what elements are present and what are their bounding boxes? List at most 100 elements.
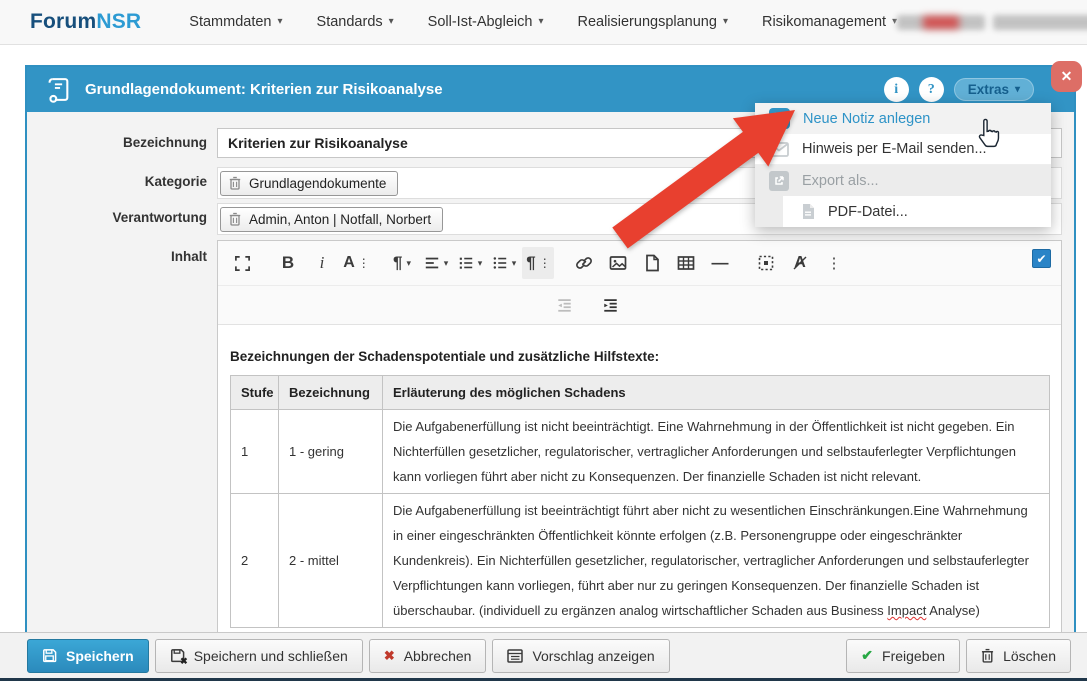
track-changes-checkbox[interactable]: ✔ (1032, 249, 1051, 268)
table-row: 1 1 - gering Die Aufgabenerfüllung ist n… (231, 410, 1050, 494)
menu-item-label: Neue Notiz anlegen (803, 111, 930, 127)
menu-risikomanagement[interactable]: Risikomanagement ▾ (762, 14, 897, 30)
redacted-username (897, 15, 985, 30)
clear-formatting-icon[interactable]: A (784, 247, 816, 279)
chevron-down-icon: ▾ (444, 258, 449, 269)
cancel-x-icon: ✖ (384, 648, 395, 664)
menu-item-neue-notiz[interactable]: Neue Notiz anlegen (755, 103, 1051, 134)
insert-file-icon[interactable] (636, 247, 668, 279)
trash-icon (229, 176, 241, 190)
link-icon[interactable] (568, 247, 600, 279)
menu-item-pdf-datei[interactable]: PDF-Datei... (783, 196, 1051, 227)
envelope-icon (769, 142, 789, 157)
table-header-row: Stufe Bezeichnung Erläuterung des möglic… (231, 376, 1050, 410)
ordered-list-icon[interactable]: ▾ (454, 247, 486, 279)
chevron-down-icon: ▾ (406, 258, 411, 269)
menu-soll-ist-abgleich[interactable]: Soll-Ist-Abgleich ▾ (428, 14, 544, 30)
cell-erlaeuterung: Die Aufgabenerfüllung ist beeinträchtigt… (383, 494, 1050, 628)
insert-table-icon[interactable] (670, 247, 702, 279)
action-bar: Speichern ✖ Speichern und schließen ✖ Ab… (0, 632, 1087, 678)
top-navigation-bar: ForumNSR Stammdaten ▾ Standards ▾ Soll-I… (0, 0, 1087, 45)
editor-toolbar: B i A ⋮ ¶ ▾ ▾ ▾ ▾ ¶ (218, 241, 1061, 286)
close-button[interactable]: ✕ (1051, 61, 1082, 92)
editor-toolbar-row2 (218, 286, 1061, 325)
select-all-icon[interactable] (750, 247, 782, 279)
close-icon: ✕ (1061, 68, 1073, 85)
menu-label: Standards (317, 14, 383, 30)
right-actions: ✔ Freigeben Löschen (846, 639, 1071, 673)
menu-realisierungsplanung[interactable]: Realisierungsplanung ▾ (577, 14, 728, 30)
fullscreen-icon[interactable] (226, 247, 258, 279)
chevron-down-icon: ▾ (1015, 85, 1020, 95)
app-logo: ForumNSR (30, 10, 141, 34)
menu-item-export-als: Export als... (755, 165, 1051, 196)
kategorie-tag[interactable]: Grundlagendokumente (220, 171, 398, 196)
info-button[interactable]: i (884, 77, 909, 102)
user-menu[interactable]: (ADMINISTRATOR) ▾ (897, 15, 1087, 30)
pdf-file-icon (801, 203, 815, 220)
verantwortung-tag[interactable]: Admin, Anton | Notfall, Norbert (220, 207, 443, 232)
trash-icon (981, 648, 994, 663)
logo-primary: Forum (30, 10, 96, 33)
unordered-list-icon[interactable]: ▾ (488, 247, 520, 279)
horizontal-rule-icon[interactable]: — (704, 247, 736, 279)
outdent-icon[interactable] (548, 289, 580, 321)
menu-item-label: PDF-Datei... (828, 204, 908, 220)
check-icon: ✔ (1036, 252, 1046, 266)
italic-icon[interactable]: i (306, 247, 338, 279)
trash-icon (229, 212, 241, 226)
speichern-und-schliessen-button[interactable]: ✖ Speichern und schließen (155, 639, 363, 673)
menu-item-hinweis-email[interactable]: Hinweis per E-Mail senden... (755, 134, 1051, 165)
editor-content[interactable]: Bezeichnungen der Schadenspotentiale und… (218, 325, 1061, 640)
menu-label: Realisierungsplanung (577, 14, 716, 30)
cell-erlaeuterung: Die Aufgabenerfüllung ist nicht beeinträ… (383, 410, 1050, 494)
cell-bezeichnung: 2 - mittel (279, 494, 383, 628)
redacted-username (993, 15, 1087, 30)
freigeben-button[interactable]: ✔ Freigeben (846, 639, 960, 673)
export-icon (769, 171, 789, 191)
kategorie-label: Kategorie (27, 174, 207, 189)
paragraph-format-icon[interactable]: ¶ ⋮ (522, 247, 554, 279)
chevron-down-icon: ▾ (723, 17, 728, 27)
logo-accent: NSR (96, 10, 141, 33)
bold-icon[interactable]: B (272, 247, 304, 279)
chevron-down-icon: ▾ (512, 258, 517, 269)
extras-button[interactable]: Extras ▾ (954, 78, 1034, 101)
insert-image-icon[interactable] (602, 247, 634, 279)
kategorie-tag-label: Grundlagendokumente (249, 176, 386, 191)
menu-label: Risikomanagement (762, 14, 886, 30)
abbrechen-button[interactable]: ✖ Abbrechen (369, 639, 487, 673)
menu-stammdaten[interactable]: Stammdaten ▾ (189, 14, 282, 30)
save-icon (42, 648, 57, 663)
text-format-icon[interactable]: A ⋮ (340, 247, 372, 279)
left-actions: Speichern ✖ Speichern und schließen ✖ Ab… (27, 639, 670, 673)
main-menu: Stammdaten ▾ Standards ▾ Soll-Ist-Abglei… (189, 14, 897, 30)
paragraph-style-icon[interactable]: ¶ ▾ (386, 247, 418, 279)
help-button[interactable]: ? (919, 77, 944, 102)
dialog-title: Grundlagendokument: Kriterien zur Risiko… (85, 81, 443, 98)
col-header-bezeichnung: Bezeichnung (279, 376, 383, 410)
cell-bezeichnung: 1 - gering (279, 410, 383, 494)
spellcheck-word: Impact (887, 603, 926, 618)
chevron-down-icon: ▾ (478, 258, 483, 269)
menu-item-label: Hinweis per E-Mail senden... (802, 141, 987, 157)
col-header-erlaeuterung: Erläuterung des möglichen Schadens (383, 376, 1050, 410)
speichern-button[interactable]: Speichern (27, 639, 149, 673)
menu-standards[interactable]: Standards ▾ (317, 14, 394, 30)
extras-label: Extras (968, 82, 1009, 97)
extras-dropdown-menu: Neue Notiz anlegen Hinweis per E-Mail se… (755, 103, 1051, 227)
vorschlag-anzeigen-button[interactable]: Vorschlag anzeigen (492, 639, 669, 673)
loeschen-button[interactable]: Löschen (966, 639, 1071, 673)
menu-label: Soll-Ist-Abgleich (428, 14, 533, 30)
indent-icon[interactable] (594, 289, 626, 321)
check-icon: ✔ (861, 647, 873, 664)
cell-stufe: 1 (231, 410, 279, 494)
header-buttons: i ? Extras ▾ (884, 77, 1074, 102)
verantwortung-tag-label: Admin, Anton | Notfall, Norbert (249, 212, 431, 227)
align-icon[interactable]: ▾ (420, 247, 452, 279)
cell-stufe: 2 (231, 494, 279, 628)
chevron-down-icon: ▾ (538, 17, 543, 27)
more-options-icon[interactable]: ⋮ (818, 247, 850, 279)
menu-export-group: Export als... PDF-Datei... (755, 165, 1051, 227)
menu-item-label: Export als... (802, 173, 879, 189)
